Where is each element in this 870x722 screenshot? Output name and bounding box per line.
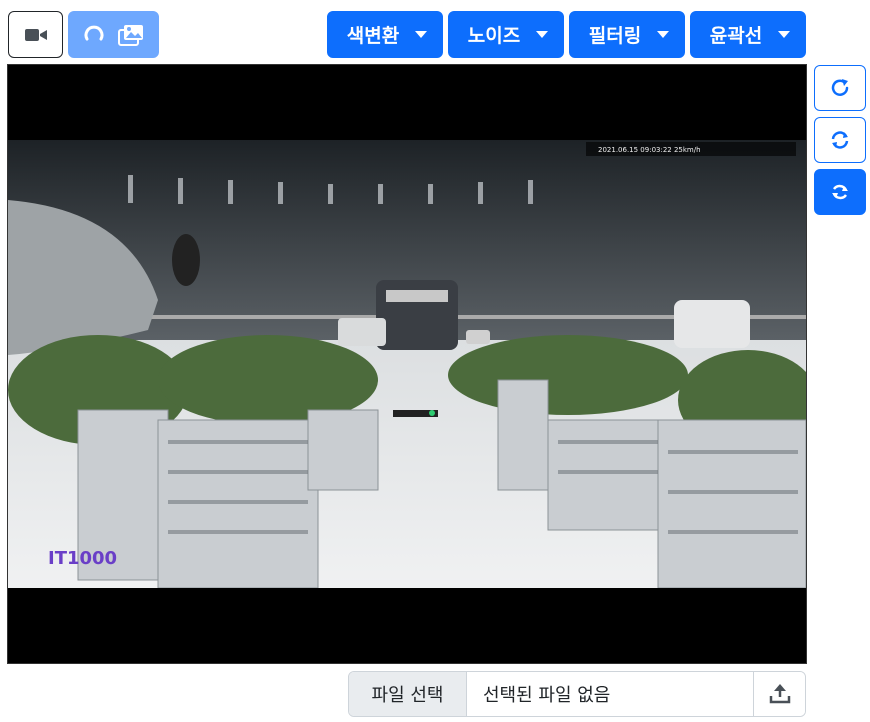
flip-button[interactable] [814,169,866,215]
dashcam-image: 2021.06.15 09:03:22 25km/h IT1000 [8,140,806,588]
logo-text: IT1000 [48,548,117,569]
choose-file-button[interactable]: 파일 선택 [349,672,467,716]
rotate-cw-icon [831,79,849,96]
filtering-dropdown[interactable]: 필터링 [569,11,685,58]
file-input-group: 파일 선택 선택된 파일 없음 [348,671,806,717]
video-button[interactable] [8,11,63,58]
video-camera-icon [24,28,47,41]
refresh-icon [831,131,849,149]
image-viewer: 2021.06.15 09:03:22 25km/h IT1000 [7,64,807,664]
images-icon [117,24,143,46]
noise-dropdown[interactable]: 노이즈 [448,11,564,58]
file-status-text[interactable]: 선택된 파일 없음 [467,672,753,716]
dropdown-label: 노이즈 [467,25,521,47]
dropdown-label: 필터링 [588,25,642,47]
dropdown-label: 색변환 [346,25,400,47]
dropdown-label: 윤곽선 [709,25,763,47]
spinner-icon [84,25,103,40]
caret-down-icon [415,31,428,38]
upload-icon [769,684,790,704]
contour-dropdown[interactable]: 윤곽선 [690,11,806,58]
caret-down-icon [657,31,670,38]
caret-down-icon [778,31,791,38]
flip-icon [832,184,848,200]
caret-down-icon [536,31,549,38]
rotate-button[interactable] [814,65,866,111]
timestamp-overlay: 2021.06.15 09:03:22 25km/h [598,146,701,154]
color-convert-dropdown[interactable]: 색변환 [327,11,443,58]
upload-button[interactable] [753,672,805,716]
gallery-button[interactable] [68,11,159,58]
refresh-button[interactable] [814,117,866,163]
